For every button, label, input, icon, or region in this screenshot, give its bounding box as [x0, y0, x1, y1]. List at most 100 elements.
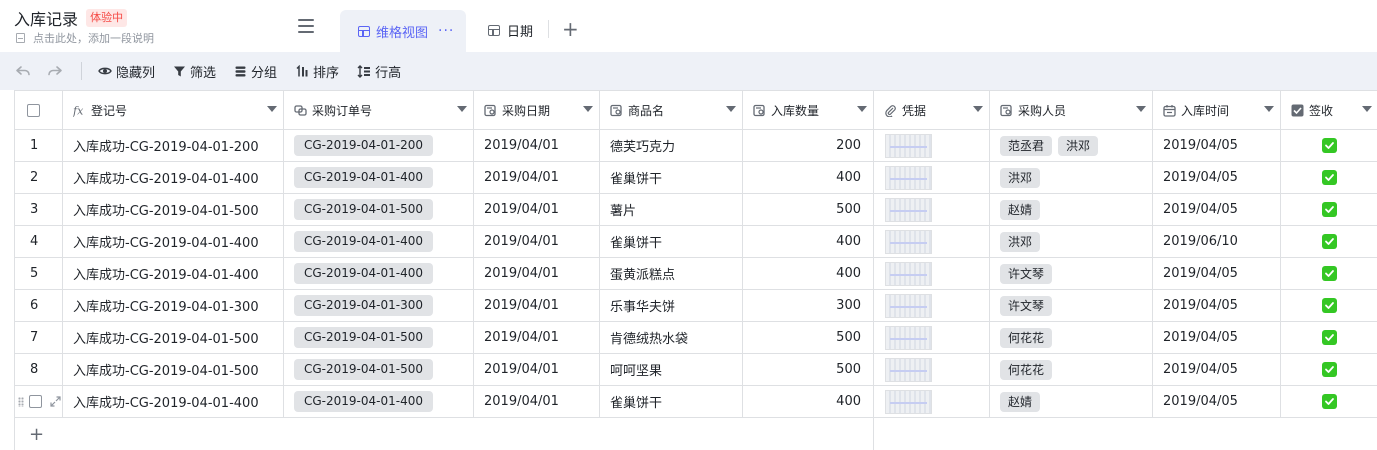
checked-checkbox-icon[interactable] [1322, 170, 1337, 185]
cell-attachment[interactable] [874, 386, 990, 417]
row-number-cell[interactable]: 8 [15, 354, 63, 385]
table-row[interactable]: 7 入库成功-CG-2019-04-01-500 CG-2019-04-01-500… [15, 322, 1377, 354]
cell-product[interactable]: 肯德绒热水袋 [600, 322, 743, 353]
cell-signed[interactable] [1281, 386, 1377, 417]
cell-stock-in-time[interactable]: 2019/04/05 [1153, 258, 1281, 289]
row-number-cell[interactable]: 6 [15, 290, 63, 321]
order-link-chip[interactable]: CG-2019-04-01-200 [294, 135, 433, 156]
cell-quantity[interactable]: 500 [743, 194, 874, 225]
sort-button[interactable]: 排序 [295, 62, 339, 81]
checked-checkbox-icon[interactable] [1322, 330, 1337, 345]
cell-purchaser[interactable]: 许文琴 [990, 258, 1153, 289]
cell-reg[interactable]: 入库成功-CG-2019-04-01-400 [63, 258, 284, 289]
cell-product[interactable]: 呵呵坚果 [600, 354, 743, 385]
order-link-chip[interactable]: CG-2019-04-01-500 [294, 199, 433, 220]
cell-reg[interactable]: 入库成功-CG-2019-04-01-400 [63, 162, 284, 193]
cell-reg[interactable]: 入库成功-CG-2019-04-01-400 [63, 386, 284, 417]
cell-reg[interactable]: 入库成功-CG-2019-04-01-500 [63, 354, 284, 385]
cell-product[interactable]: 雀巢饼干 [600, 386, 743, 417]
cell-order[interactable]: CG-2019-04-01-400 [284, 258, 474, 289]
attachment-thumbnail[interactable] [885, 197, 932, 222]
cell-attachment[interactable] [874, 130, 990, 161]
cell-quantity[interactable]: 300 [743, 290, 874, 321]
drag-handle-icon[interactable] [18, 396, 24, 407]
cell-purchase-date[interactable]: 2019/04/01 [474, 290, 600, 321]
cell-order[interactable]: CG-2019-04-01-500 [284, 194, 474, 225]
cell-attachment[interactable] [874, 258, 990, 289]
cell-signed[interactable] [1281, 226, 1377, 257]
cell-quantity[interactable]: 400 [743, 162, 874, 193]
tab-more-icon[interactable]: ··· [438, 23, 454, 39]
page-title[interactable]: 入库记录 [14, 6, 78, 30]
cell-reg[interactable]: 入库成功-CG-2019-04-01-300 [63, 290, 284, 321]
cell-attachment[interactable] [874, 354, 990, 385]
row-number-cell[interactable]: 3 [15, 194, 63, 225]
purchaser-chip[interactable]: 洪邓 [1058, 135, 1099, 156]
cell-product[interactable]: 乐事华夫饼 [600, 290, 743, 321]
filter-button[interactable]: 筛选 [173, 62, 216, 81]
cell-attachment[interactable] [874, 194, 990, 225]
order-link-chip[interactable]: CG-2019-04-01-400 [294, 231, 433, 252]
cell-order[interactable]: CG-2019-04-01-500 [284, 322, 474, 353]
column-header-signed[interactable]: 签收 [1281, 91, 1377, 129]
cell-attachment[interactable] [874, 162, 990, 193]
select-all-checkbox[interactable] [27, 103, 40, 117]
cell-order[interactable]: CG-2019-04-01-400 [284, 162, 474, 193]
purchaser-chip[interactable]: 赵婧 [1000, 199, 1041, 220]
cell-purchase-date[interactable]: 2019/04/01 [474, 226, 600, 257]
column-header-attachment[interactable]: 凭据 [874, 91, 990, 129]
column-header-quantity[interactable]: 入库数量 [743, 91, 874, 129]
cell-order[interactable]: CG-2019-04-01-300 [284, 290, 474, 321]
row-number-cell[interactable]: 1 [15, 130, 63, 161]
purchaser-chip[interactable]: 洪邓 [1000, 231, 1041, 252]
cell-stock-in-time[interactable]: 2019/04/05 [1153, 290, 1281, 321]
column-header-order[interactable]: 采购订单号 [284, 91, 474, 129]
purchaser-chip[interactable]: 何花花 [1000, 327, 1053, 348]
cell-order[interactable]: CG-2019-04-01-400 [284, 386, 474, 417]
cell-purchase-date[interactable]: 2019/04/01 [474, 322, 600, 353]
cell-purchaser[interactable]: 洪邓 [990, 226, 1153, 257]
cell-signed[interactable] [1281, 130, 1377, 161]
row-number-cell[interactable]: 5 [15, 258, 63, 289]
cell-purchaser[interactable]: 何花花 [990, 354, 1153, 385]
row-number-cell[interactable]: 7 [15, 322, 63, 353]
attachment-thumbnail[interactable] [885, 261, 932, 286]
purchaser-chip[interactable]: 许文琴 [1000, 295, 1053, 316]
cell-purchase-date[interactable]: 2019/04/01 [474, 194, 600, 225]
table-row[interactable]: 5 入库成功-CG-2019-04-01-400 CG-2019-04-01-400… [15, 258, 1377, 290]
cell-purchase-date[interactable]: 2019/04/01 [474, 258, 600, 289]
cell-attachment[interactable] [874, 226, 990, 257]
checked-checkbox-icon[interactable] [1322, 394, 1337, 409]
hide-columns-button[interactable]: 隐藏列 [98, 62, 155, 81]
attachment-thumbnail[interactable] [885, 389, 932, 414]
cell-order[interactable]: CG-2019-04-01-500 [284, 354, 474, 385]
cell-reg[interactable]: 入库成功-CG-2019-04-01-500 [63, 194, 284, 225]
table-row[interactable]: 8 入库成功-CG-2019-04-01-500 CG-2019-04-01-500… [15, 354, 1377, 386]
table-row[interactable]: 6 入库成功-CG-2019-04-01-300 CG-2019-04-01-300… [15, 290, 1377, 322]
cell-stock-in-time[interactable]: 2019/04/05 [1153, 386, 1281, 417]
cell-stock-in-time[interactable]: 2019/06/10 [1153, 226, 1281, 257]
purchaser-chip[interactable]: 洪邓 [1000, 167, 1041, 188]
column-menu-icon[interactable] [1264, 106, 1274, 112]
cell-attachment[interactable] [874, 322, 990, 353]
order-link-chip[interactable]: CG-2019-04-01-400 [294, 391, 433, 412]
attachment-thumbnail[interactable] [885, 293, 932, 318]
group-button[interactable]: 分组 [234, 62, 277, 81]
column-menu-icon[interactable] [726, 106, 736, 112]
cell-order[interactable]: CG-2019-04-01-200 [284, 130, 474, 161]
checked-checkbox-icon[interactable] [1322, 298, 1337, 313]
redo-icon[interactable] [47, 63, 63, 79]
cell-signed[interactable] [1281, 162, 1377, 193]
cell-purchaser[interactable]: 范丞君 洪邓 [990, 130, 1153, 161]
attachment-thumbnail[interactable] [885, 325, 932, 350]
add-view-button[interactable]: + [562, 18, 579, 40]
cell-product[interactable]: 雀巢饼干 [600, 226, 743, 257]
cell-quantity[interactable]: 500 [743, 354, 874, 385]
attachment-thumbnail[interactable] [885, 357, 932, 382]
order-link-chip[interactable]: CG-2019-04-01-400 [294, 167, 433, 188]
cell-product[interactable]: 薯片 [600, 194, 743, 225]
row-select-checkbox[interactable] [29, 395, 42, 408]
cell-purchase-date[interactable]: 2019/04/01 [474, 354, 600, 385]
column-header-product[interactable]: 商品名 [600, 91, 743, 129]
cell-signed[interactable] [1281, 194, 1377, 225]
